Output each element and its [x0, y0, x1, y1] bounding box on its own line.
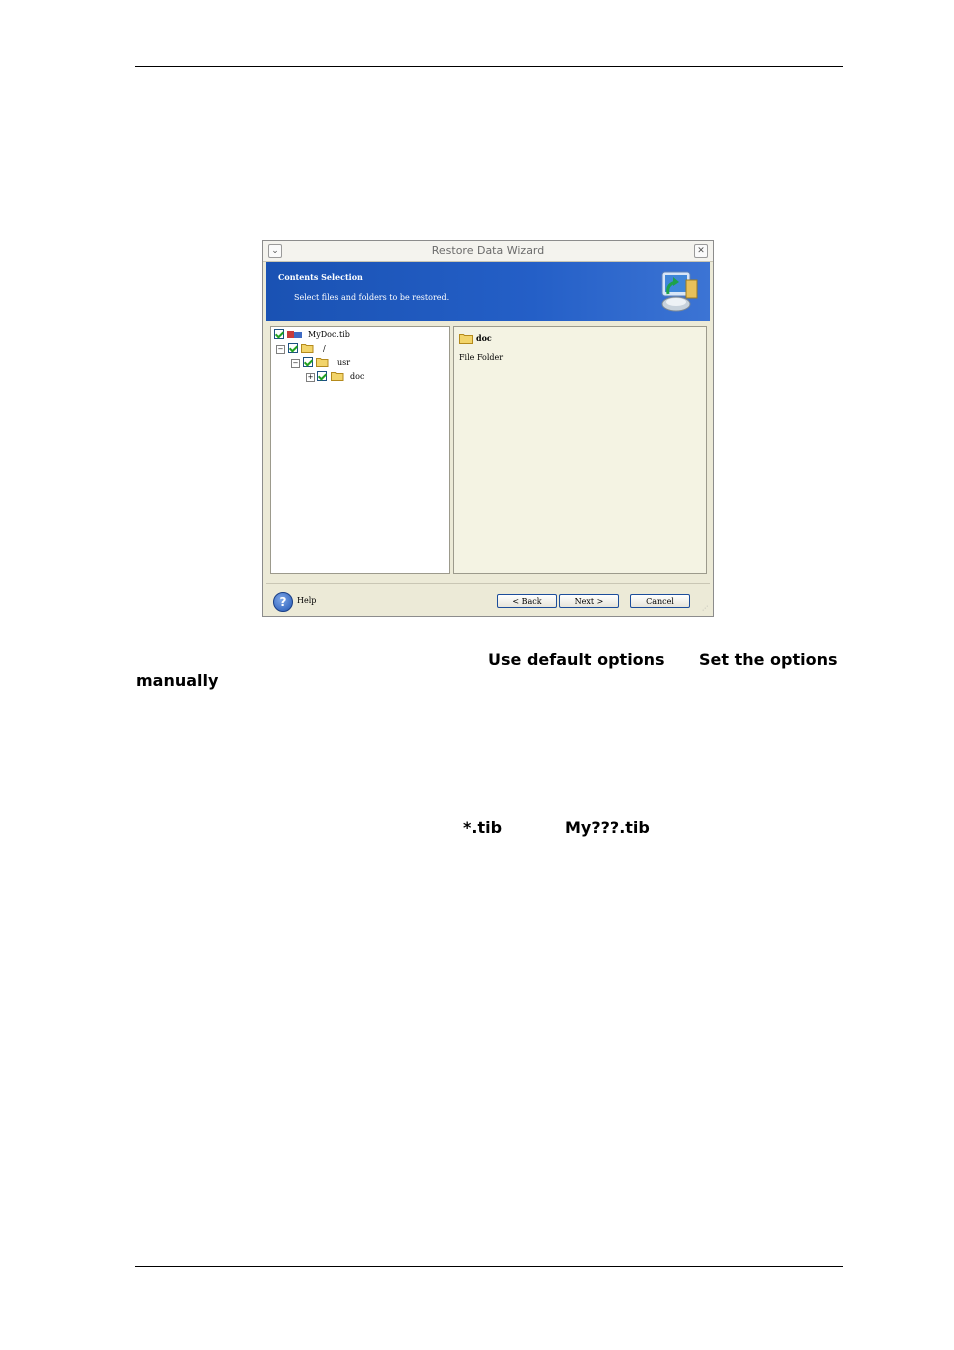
tree-item-root[interactable]: − /: [273, 342, 443, 355]
details-type: File Folder: [459, 353, 504, 362]
option-manual: Set the options: [699, 650, 838, 669]
back-button[interactable]: < Back: [497, 594, 557, 608]
tree-item-usr[interactable]: − usr: [273, 356, 443, 369]
resize-grip-icon[interactable]: ⋰: [702, 605, 710, 613]
restore-data-wizard-dialog: ⌄ Restore Data Wizard ✕ Contents Selecti…: [262, 240, 714, 617]
tree-pane[interactable]: MyDoc.tib − / − usr + doc: [270, 326, 450, 574]
collapse-icon[interactable]: −: [276, 345, 285, 354]
tree-item-label: usr: [337, 358, 351, 367]
checkbox-checked-icon[interactable]: [288, 343, 298, 353]
tree-item-label: /: [323, 344, 326, 353]
details-name: doc: [476, 333, 492, 343]
wizard-banner: Contents Selection Select files and fold…: [266, 262, 710, 321]
archive-icon: [287, 331, 302, 338]
details-pane: doc File Folder: [453, 326, 707, 574]
checkbox-checked-icon[interactable]: [317, 371, 327, 381]
help-label[interactable]: Help: [297, 596, 316, 605]
expand-icon[interactable]: +: [306, 373, 315, 382]
cancel-button[interactable]: Cancel: [630, 594, 690, 608]
title-bar: ⌄ Restore Data Wizard ✕: [263, 241, 713, 262]
help-icon[interactable]: ?: [273, 592, 293, 612]
footer-rule: [135, 1266, 843, 1267]
footer-separator: [266, 583, 710, 584]
folder-open-icon: [301, 344, 314, 353]
tree-item-label: doc: [350, 372, 365, 381]
tree-item-label: MyDoc.tib: [308, 330, 350, 339]
folder-open-icon: [316, 358, 329, 367]
mask-example-2: My???.tib: [565, 818, 650, 837]
tree-item-doc[interactable]: + doc: [273, 370, 443, 383]
folder-icon: [459, 334, 473, 344]
option-default: Use default options: [488, 650, 665, 669]
close-button[interactable]: ✕: [694, 244, 708, 258]
checkbox-checked-icon[interactable]: [274, 329, 284, 339]
restore-wizard-icon: [661, 271, 698, 312]
option-manual-continued: manually: [136, 671, 219, 690]
checkbox-checked-icon[interactable]: [303, 357, 313, 367]
next-button[interactable]: Next >: [559, 594, 619, 608]
banner-subtitle: Select files and folders to be restored.: [294, 293, 450, 302]
banner-heading: Contents Selection: [278, 272, 363, 282]
folder-icon: [331, 372, 344, 381]
tree-item-archive[interactable]: MyDoc.tib: [273, 328, 443, 341]
mask-example-1: *.tib: [463, 818, 503, 837]
window-title: Restore Data Wizard: [431, 244, 545, 257]
header-rule: [135, 66, 843, 67]
collapse-icon[interactable]: −: [291, 359, 300, 368]
